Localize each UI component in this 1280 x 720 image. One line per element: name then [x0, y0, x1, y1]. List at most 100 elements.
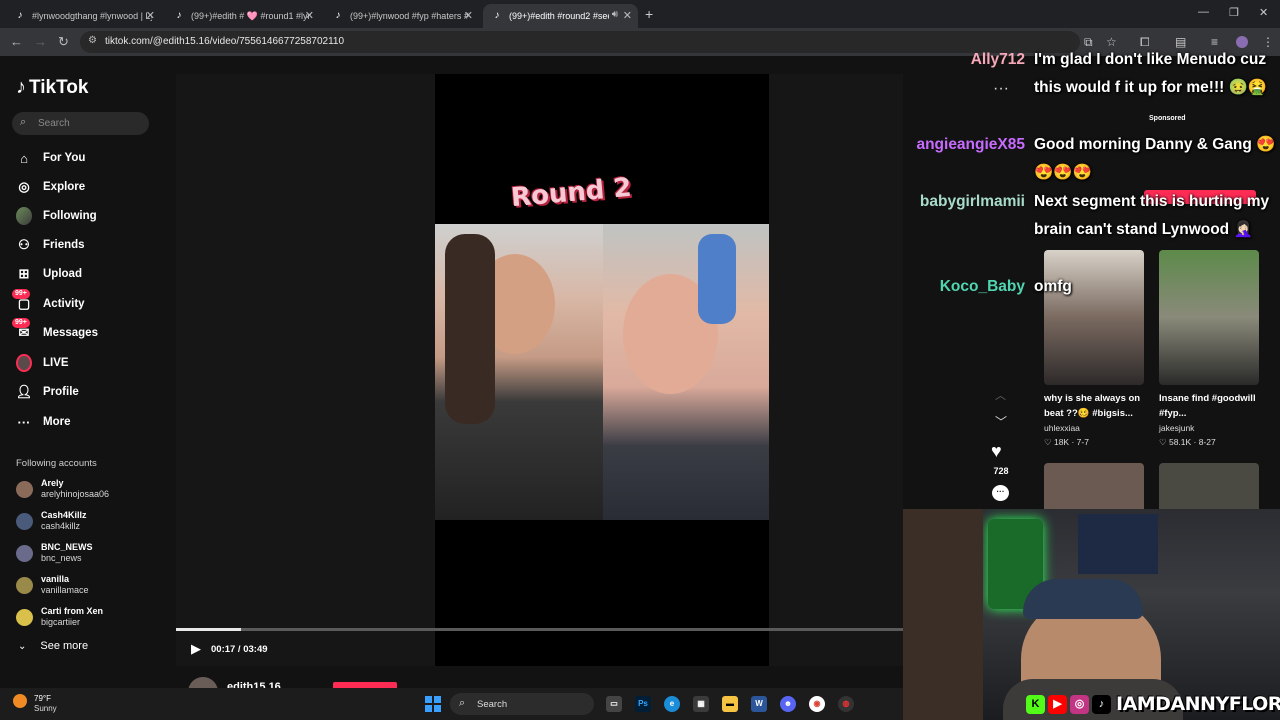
reload-icon[interactable]: ↻ [58, 34, 69, 50]
url-text: tiktok.com/@edith15.16/video/75561466772… [105, 36, 345, 47]
account-handle: arelyhinojosaa06 [41, 489, 110, 499]
streamer-webcam [903, 509, 1280, 720]
browser-tab-3[interactable]: ♪ (99+)#lynwood #fyp #haters # ✕ [324, 4, 479, 28]
word-icon[interactable]: W [751, 696, 767, 712]
chat-message: Good morning Danny & Gang 😍😍😍😍 [1034, 136, 1276, 181]
close-icon[interactable]: ✕ [146, 9, 155, 22]
browser-tab-4-active[interactable]: ♪ (99+)#edith #round2 #seer 🔊︎ ✕ [483, 4, 638, 28]
avatar [16, 480, 33, 498]
weather-temperature[interactable]: 79°F [34, 694, 51, 703]
video-author[interactable]: jakesjunk [1159, 423, 1194, 433]
tab-title: (99+)#lynwood #fyp #haters # [350, 11, 469, 21]
nav-messages[interactable]: ✉︎ 99+ Messages [12, 318, 98, 344]
video-thumbnail[interactable] [1159, 250, 1259, 385]
video-thumbnail[interactable] [1044, 463, 1144, 513]
hair-left [445, 234, 495, 424]
tiktok-note-icon: ♪ [16, 76, 26, 98]
search-placeholder: Search [38, 118, 70, 129]
video-progress-bar[interactable] [176, 628, 903, 631]
taskbar-search-label: Search [477, 699, 508, 710]
video-thumbnail[interactable] [1044, 250, 1144, 385]
heart-icon[interactable]: ♥ [991, 441, 1002, 462]
close-icon[interactable]: ✕ [464, 9, 473, 22]
site-info-icon[interactable]: ⚙︎ [88, 35, 97, 46]
nav-following[interactable]: Following [16, 205, 97, 227]
see-more-label: See more [40, 640, 89, 652]
chat-username: Ally712 [970, 51, 1025, 68]
nav-label: Explore [43, 181, 86, 193]
tiktok-logo[interactable]: ♪ TikTok [16, 76, 88, 99]
followed-account[interactable]: Carti from Xen bigcartiier [16, 604, 103, 630]
see-more-button[interactable]: ⌄ See more [18, 640, 88, 652]
browser-tab-1[interactable]: ♪ #lynwoodgthang #lynwood | Ly ✕ [6, 4, 161, 28]
minimize-icon[interactable]: — [1198, 6, 1209, 18]
instagram-icon: ◎ [1070, 694, 1089, 714]
nav-more[interactable]: ··· More [16, 411, 71, 433]
chevron-down-icon[interactable]: ﹀ [995, 413, 1007, 430]
chat-username: babygirlmamii [919, 193, 1025, 210]
back-icon[interactable]: ← [10, 34, 23, 49]
nav-explore[interactable]: ◎ Explore [16, 176, 85, 198]
comment-icon[interactable]: ··· [992, 485, 1009, 501]
chrome-icon[interactable]: ◉ [809, 696, 825, 712]
logo-text: TikTok [29, 76, 89, 98]
photoshop-icon[interactable]: Ps [635, 696, 651, 712]
nav-profile[interactable]: 👤︎ Profile [16, 381, 79, 403]
play-icon[interactable]: ▶ [191, 641, 201, 657]
compass-icon: ◎ [18, 179, 30, 194]
tab-title: (99+)#edith # 🩷 #round1 #lyn [191, 10, 311, 21]
sun-icon[interactable] [13, 694, 27, 708]
streamer-socials: K ▶ ◎ ♪ IAMDANNYFLORES [1026, 692, 1280, 716]
video-split-right [603, 224, 769, 520]
file-explorer-icon[interactable]: ▬ [722, 696, 738, 712]
avatar [16, 576, 33, 594]
address-bar[interactable]: ⚙︎ tiktok.com/@edith15.16/video/75561466… [80, 31, 1080, 53]
chat-message: I'm glad I don't like Menudo cuz this wo… [1034, 51, 1268, 96]
chevron-up-icon[interactable]: ︿ [995, 387, 1006, 403]
edge-icon[interactable]: e [664, 696, 680, 712]
weather-description[interactable]: Sunny [34, 704, 57, 713]
obs-icon[interactable]: ◍ [838, 696, 854, 712]
water-bottle [698, 234, 736, 324]
new-tab-icon[interactable]: + [645, 6, 653, 22]
search-input[interactable]: ⌕ Search [12, 112, 149, 135]
close-window-icon[interactable]: ✕ [1259, 6, 1268, 19]
windows-start-icon[interactable] [425, 696, 441, 712]
taskbar-search[interactable]: ⌕ Search [450, 693, 594, 715]
speaker-icon[interactable]: 🔊︎ [612, 9, 618, 20]
account-handle: bnc_news [41, 553, 82, 563]
messages-icon: ✉︎ 99+ [12, 318, 32, 341]
forward-icon[interactable]: → [34, 34, 47, 49]
video-caption[interactable]: why is she always on beat ??🥴 #bigsis... [1044, 391, 1146, 421]
task-view-icon[interactable]: ▭ [606, 696, 622, 712]
nav-upload[interactable]: ⊞ Upload [16, 263, 82, 285]
nav-friends[interactable]: ⚇ Friends [16, 234, 84, 256]
discord-icon[interactable]: ☻ [780, 696, 796, 712]
upload-icon: ⊞ [18, 266, 30, 281]
search-icon: ⌕ [459, 697, 466, 709]
followed-account[interactable]: vanilla vanillamace [16, 572, 89, 598]
chevron-down-icon: ⌄ [18, 640, 27, 652]
followed-account[interactable]: BNC_NEWS bnc_news [16, 540, 93, 566]
followed-account[interactable]: Arely arelyhinojosaa06 [16, 476, 109, 502]
maximize-icon[interactable]: ❐ [1229, 6, 1239, 19]
windows-taskbar: 79°F Sunny ⌕ Search ▭ Ps e ▦ ▬ W ☻ ◉ ◍ [0, 688, 903, 720]
video-thumbnail[interactable] [1159, 463, 1259, 513]
streamer-cap [1023, 579, 1143, 619]
video-author[interactable]: uhlexxiaa [1044, 423, 1080, 433]
video-caption[interactable]: Insane find #goodwill #fyp... [1159, 391, 1261, 421]
like-count: 728 [993, 466, 1009, 476]
close-icon[interactable]: ✕ [305, 9, 314, 22]
nav-activity[interactable]: ▢ 99+ Activity [12, 289, 85, 315]
chat-username: angieangieX85 [916, 136, 1025, 153]
tab-title: #lynwoodgthang #lynwood | Ly [32, 11, 152, 21]
browser-tab-2[interactable]: ♪ (99+)#edith # 🩷 #round1 #lyn ✕ [165, 4, 320, 28]
store-icon[interactable]: ▦ [693, 696, 709, 712]
live-icon [16, 354, 32, 372]
video-stats: ♡ 58.1K · 8-27 [1159, 437, 1216, 447]
nav-for-you[interactable]: ⌂ For You [16, 147, 85, 169]
nav-live[interactable]: LIVE [16, 352, 69, 374]
followed-account[interactable]: Cash4Killz cash4killz [16, 508, 87, 534]
close-icon[interactable]: ✕ [623, 9, 632, 22]
more-options-icon[interactable]: ··· [993, 80, 1009, 98]
